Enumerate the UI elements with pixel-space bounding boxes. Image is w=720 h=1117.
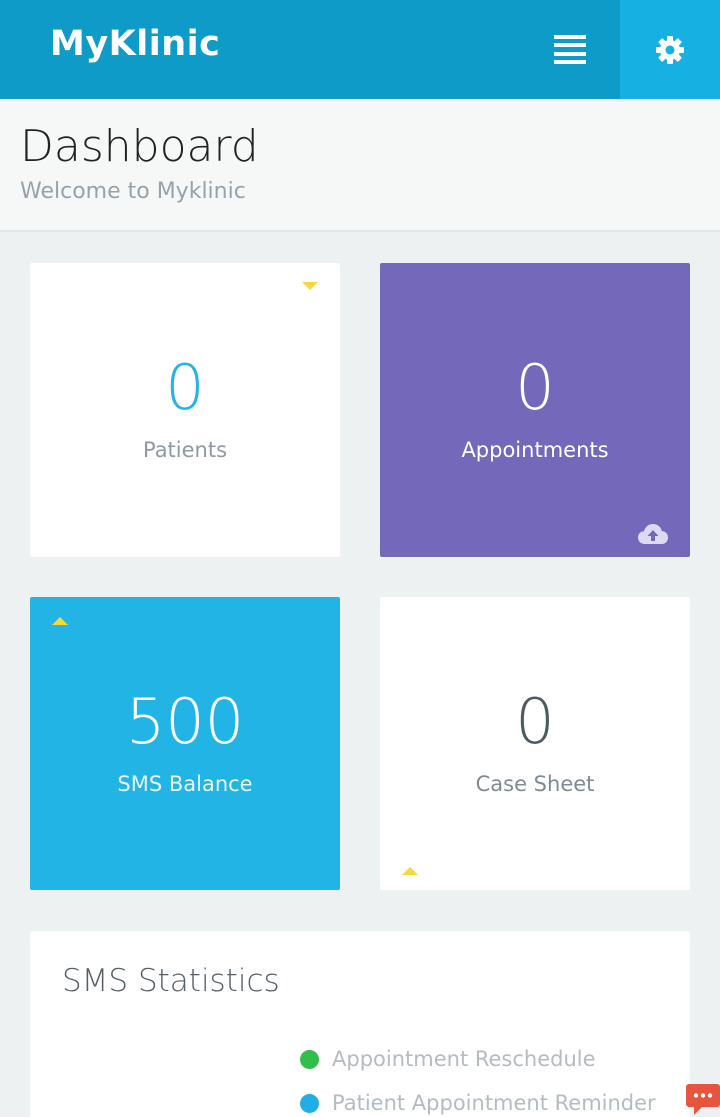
sms-statistics-panel: SMS Statistics Appointment Reschedule Pa… [30, 931, 690, 1117]
trend-down-icon [302, 282, 318, 290]
legend-item: Patient Appointment Reminder [300, 1091, 656, 1115]
trend-up-icon [402, 867, 418, 875]
cloud-upload-icon [638, 524, 668, 544]
trend-up-icon [52, 617, 68, 625]
sms-statistics-title: SMS Statistics [62, 963, 280, 999]
chat-bubble-icon [686, 1084, 720, 1115]
chat-button[interactable] [686, 1082, 720, 1117]
patients-label: Patients [142, 438, 228, 462]
list-menu-icon [554, 34, 586, 65]
case-sheet-label: Case Sheet [475, 772, 595, 796]
appointments-label: Appointments [461, 438, 609, 462]
case-sheet-count: 0 [515, 685, 555, 758]
case-sheet-card[interactable]: 0 Case Sheet [380, 597, 690, 890]
appointments-card[interactable]: 0 Appointments [380, 263, 690, 557]
legend-dot-blue [300, 1093, 319, 1113]
patients-card[interactable]: 0 Patients [30, 263, 340, 557]
legend-dot-green [300, 1049, 319, 1069]
top-navbar: MyKlinic [0, 0, 720, 99]
gear-icon [656, 35, 684, 64]
page-title: Dashboard [20, 121, 259, 172]
sms-balance-card[interactable]: 500 SMS Balance [30, 597, 340, 890]
sms-balance-label: SMS Balance [117, 772, 253, 796]
page-header: Dashboard Welcome to Myklinic [0, 99, 720, 232]
patients-count: 0 [165, 351, 205, 424]
menu-toggle-button[interactable] [530, 0, 610, 99]
legend-item: Appointment Reschedule [300, 1047, 596, 1071]
legend-label: Patient Appointment Reminder [332, 1091, 656, 1115]
sms-balance-count: 500 [125, 685, 245, 758]
appointments-count: 0 [515, 351, 555, 424]
page-subtitle: Welcome to Myklinic [20, 179, 246, 204]
settings-button[interactable] [620, 0, 720, 99]
legend-label: Appointment Reschedule [332, 1047, 596, 1071]
app-brand[interactable]: MyKlinic [50, 24, 220, 64]
